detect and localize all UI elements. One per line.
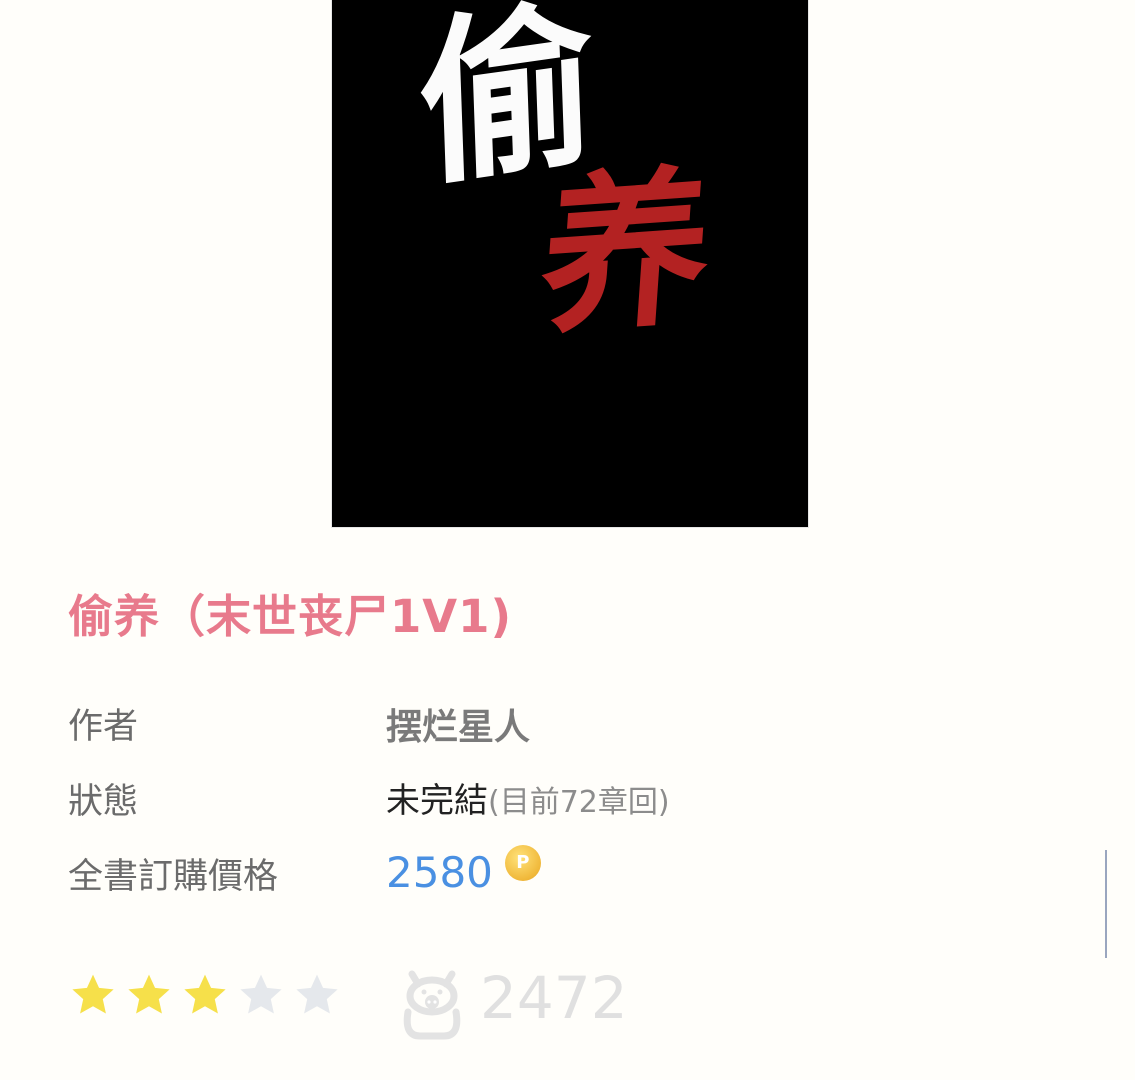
cover-title-char-2: 养 — [535, 146, 717, 358]
star-4-icon[interactable] — [236, 970, 286, 1020]
book-detail-page: 偷 养 偷养（末世丧尸1V1) 作者 摆烂星人 狀態 未完結(目前72章回) 全… — [0, 0, 1135, 1080]
piggy-bank-icon — [398, 960, 466, 1042]
star-rating — [68, 970, 342, 1020]
coin-icon: P — [504, 844, 541, 881]
scroll-indicator[interactable] — [1105, 850, 1107, 958]
book-title: 偷养（末世丧尸1V1) — [68, 590, 513, 643]
price-group: 2580 P — [386, 844, 541, 897]
status-value-group: 未完結(目前72章回) — [386, 773, 670, 822]
author-link[interactable]: 摆烂星人 — [386, 698, 530, 750]
price-value: 2580 — [386, 848, 493, 897]
status-value: 未完結 — [386, 781, 488, 821]
star-3-icon[interactable] — [180, 970, 230, 1020]
star-5-icon[interactable] — [292, 970, 342, 1020]
star-1-icon[interactable] — [68, 970, 118, 1020]
status-chapter-count: (目前72章回) — [488, 785, 670, 820]
collect-count: 2472 — [480, 964, 628, 1032]
author-label: 作者 — [68, 707, 139, 747]
book-cover[interactable]: 偷 养 — [332, 0, 808, 527]
status-label: 狀態 — [68, 782, 139, 822]
collect-button[interactable]: 2472 — [398, 960, 628, 1042]
price-label: 全書訂購價格 — [68, 857, 279, 897]
star-2-icon[interactable] — [124, 970, 174, 1020]
